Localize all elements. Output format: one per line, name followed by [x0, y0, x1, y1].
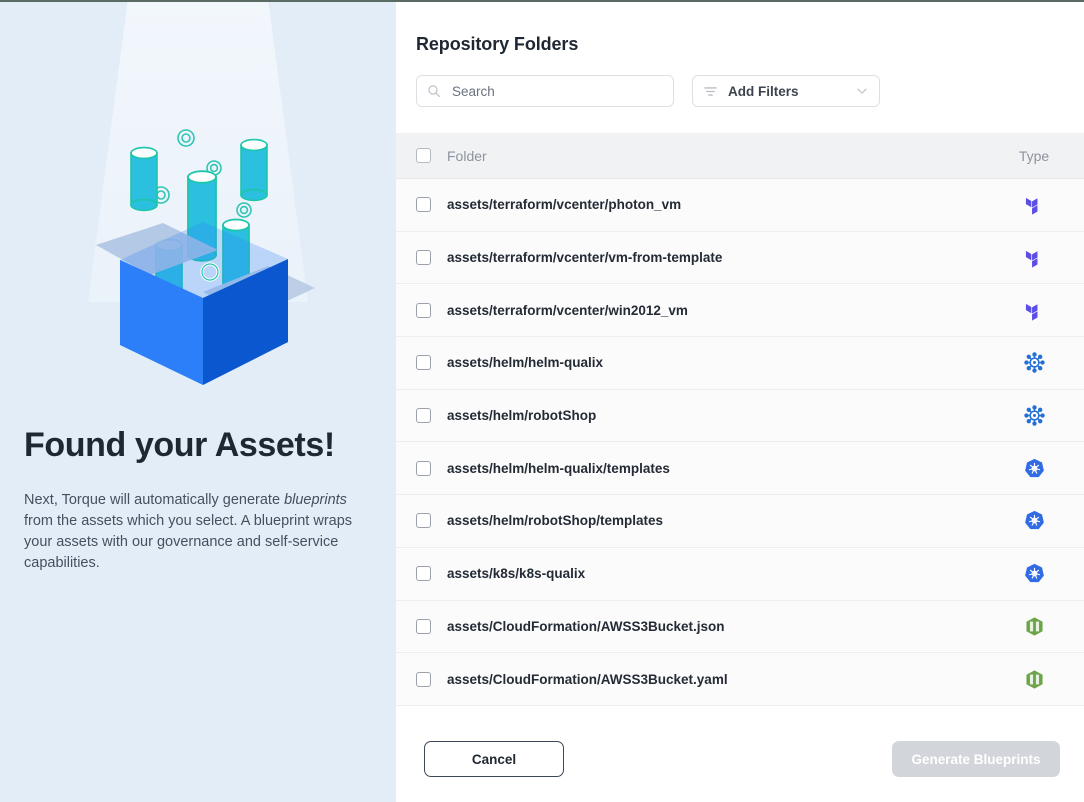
repository-folders-panel: Repository Folders Add Filters [396, 2, 1084, 802]
filter-icon [703, 84, 718, 99]
row-type-icon [990, 194, 1084, 215]
row-checkbox[interactable] [416, 250, 431, 265]
row-type-icon [990, 510, 1084, 531]
intro-panel: Found your Assets! Next, Torque will aut… [0, 2, 396, 802]
table-row[interactable]: assets/CloudFormation/AWSS3Bucket.json [396, 601, 1084, 654]
row-type-icon [990, 405, 1084, 426]
cloudformation-icon [1024, 669, 1045, 690]
row-checkbox[interactable] [416, 566, 431, 581]
row-checkbox[interactable] [416, 408, 431, 423]
table-row[interactable]: assets/helm/helm-qualix [396, 337, 1084, 390]
row-checkbox[interactable] [416, 461, 431, 476]
row-folder-path: assets/helm/robotShop [447, 408, 990, 423]
row-folder-path: assets/terraform/vcenter/photon_vm [447, 197, 990, 212]
toolbar: Add Filters [416, 75, 1084, 107]
row-type-icon [990, 300, 1084, 321]
cloudformation-icon [1024, 616, 1045, 637]
row-checkbox[interactable] [416, 355, 431, 370]
table-row[interactable]: assets/helm/robotShop/templates [396, 495, 1084, 548]
row-type-icon [990, 563, 1084, 584]
row-folder-path: assets/helm/helm-qualix [447, 355, 990, 370]
row-checkbox[interactable] [416, 197, 431, 212]
row-folder-path: assets/k8s/k8s-qualix [447, 566, 990, 581]
kubernetes-icon [1024, 510, 1045, 531]
table-body: assets/terraform/vcenter/photon_vmassets… [396, 179, 1084, 706]
row-type-icon [990, 352, 1084, 373]
intro-headline: Found your Assets! [24, 426, 374, 465]
search-field[interactable] [416, 75, 674, 107]
row-checkbox[interactable] [416, 619, 431, 634]
helm-icon [1024, 405, 1045, 426]
table-row[interactable]: assets/k8s/k8s-qualix [396, 548, 1084, 601]
open-box-with-assets-illustration [78, 120, 328, 390]
kubernetes-icon [1024, 458, 1045, 479]
add-filters-label: Add Filters [728, 84, 855, 99]
row-type-icon [990, 616, 1084, 637]
kubernetes-icon [1024, 563, 1045, 584]
search-icon [427, 84, 441, 98]
folders-table: Folder Type assets/terraform/vcenter/pho… [396, 133, 1084, 716]
cancel-button[interactable]: Cancel [424, 741, 564, 777]
add-filters-button[interactable]: Add Filters [692, 75, 880, 107]
asset-discovery-screen: Found your Assets! Next, Torque will aut… [0, 0, 1084, 802]
table-header-row: Folder Type [396, 133, 1084, 179]
intro-body-emphasis: blueprints [284, 492, 347, 508]
row-checkbox[interactable] [416, 672, 431, 687]
table-row[interactable]: assets/CloudFormation/AWSS3Bucket.yaml [396, 653, 1084, 706]
intro-body-before: Next, Torque will automatically generate [24, 492, 284, 508]
terraform-icon [1024, 300, 1045, 321]
intro-body-after: from the assets which you select. A blue… [24, 513, 352, 571]
row-folder-path: assets/CloudFormation/AWSS3Bucket.json [447, 619, 990, 634]
generate-blueprints-button[interactable]: Generate Blueprints [892, 741, 1060, 777]
row-type-icon [990, 247, 1084, 268]
page-title: Repository Folders [416, 34, 1084, 55]
terraform-icon [1024, 247, 1045, 268]
column-header-folder: Folder [447, 148, 990, 164]
row-folder-path: assets/terraform/vcenter/win2012_vm [447, 303, 990, 318]
table-row[interactable]: assets/terraform/vcenter/vm-from-templat… [396, 232, 1084, 285]
table-row[interactable]: assets/terraform/vcenter/win2012_vm [396, 284, 1084, 337]
table-row[interactable]: assets/helm/robotShop [396, 390, 1084, 443]
row-folder-path: assets/terraform/vcenter/vm-from-templat… [447, 250, 990, 265]
row-checkbox[interactable] [416, 513, 431, 528]
search-input[interactable] [450, 83, 650, 100]
select-all-checkbox[interactable] [416, 148, 431, 163]
table-row[interactable]: assets/helm/helm-qualix/templates [396, 442, 1084, 495]
row-type-icon [990, 669, 1084, 690]
row-folder-path: assets/CloudFormation/AWSS3Bucket.yaml [447, 672, 990, 687]
row-folder-path: assets/helm/robotShop/templates [447, 513, 990, 528]
intro-body-text: Next, Torque will automatically generate… [24, 490, 354, 574]
table-row[interactable]: assets/terraform/vcenter/photon_vm [396, 179, 1084, 232]
column-header-type: Type [990, 148, 1084, 164]
helm-icon [1024, 352, 1045, 373]
row-folder-path: assets/helm/helm-qualix/templates [447, 461, 990, 476]
chevron-down-icon [855, 84, 869, 98]
footer-actions: Cancel Generate Blueprints [396, 716, 1084, 802]
terraform-icon [1024, 194, 1045, 215]
row-type-icon [990, 458, 1084, 479]
row-checkbox[interactable] [416, 303, 431, 318]
